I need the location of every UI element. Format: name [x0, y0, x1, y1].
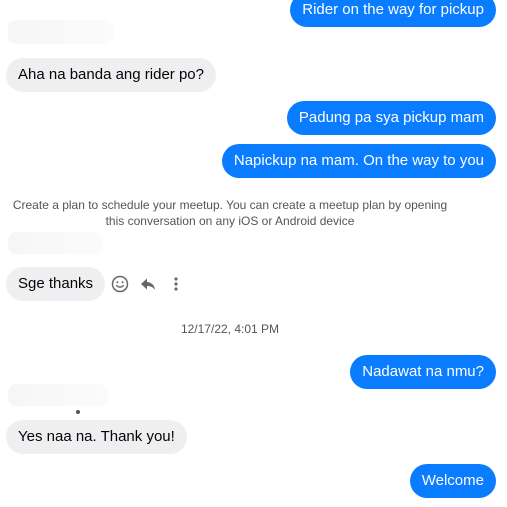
message-outgoing[interactable]: Rider on the way for pickup: [290, 0, 496, 27]
message-incoming[interactable]: Sge thanks: [6, 267, 106, 301]
notice-line-2: this conversation on any iOS or Android …: [105, 214, 355, 228]
timestamp: 12/17/22, 4:01 PM: [180, 322, 280, 336]
message-incoming[interactable]: Yes naa na. Thank you!: [6, 420, 187, 454]
meetup-plan-notice: Create a plan to schedule your meetup. Y…: [0, 197, 460, 229]
reply-icon[interactable]: [138, 274, 158, 294]
sender-name-blurred: [8, 232, 103, 254]
dot-icon: [76, 410, 80, 414]
more-icon[interactable]: [166, 274, 186, 294]
message-outgoing[interactable]: Nadawat na nmu?: [350, 355, 496, 389]
sender-name-blurred: [8, 384, 108, 406]
message-outgoing[interactable]: Padung pa sya pickup mam: [286, 101, 496, 135]
message-outgoing[interactable]: Welcome: [409, 464, 496, 498]
message-incoming[interactable]: Aha na banda ang rider po?: [6, 58, 216, 92]
notice-line-1: Create a plan to schedule your meetup. Y…: [12, 198, 448, 212]
smiley-icon[interactable]: [110, 274, 130, 294]
message-outgoing[interactable]: Napickup na mam. On the way to you: [221, 144, 496, 178]
sender-name-blurred: [8, 20, 113, 44]
